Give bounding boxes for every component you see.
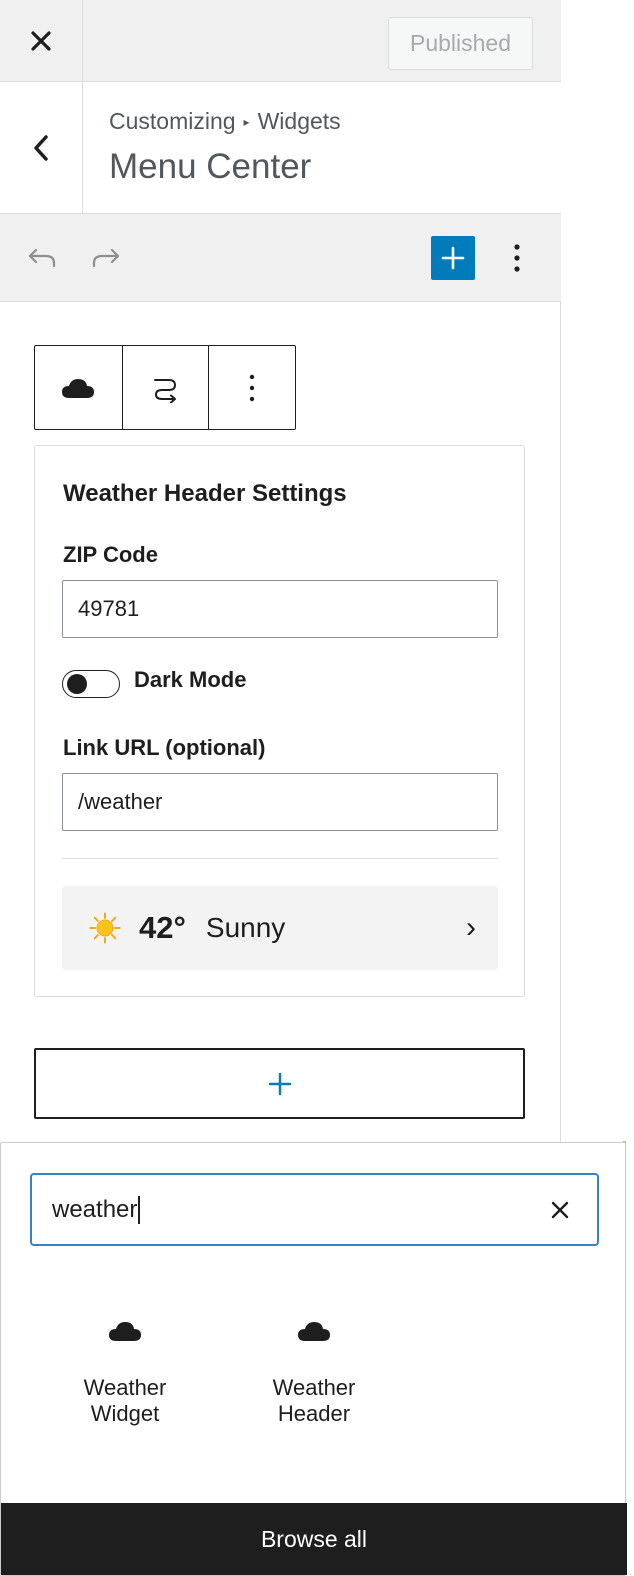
toggle-knob (67, 674, 87, 694)
block-toolbar (34, 345, 296, 430)
weather-condition: Sunny (205, 912, 286, 943)
block-result-weather-widget[interactable]: Weather Widget (50, 1313, 200, 1427)
zip-code-label: ZIP Code (63, 542, 158, 567)
block-search-input[interactable]: weather (30, 1173, 599, 1246)
plus-icon (441, 246, 465, 270)
block-inserter-popover: weather Weather Widget Weather Header Br… (0, 1142, 627, 1576)
close-icon (31, 31, 51, 51)
more-vertical-icon (514, 244, 520, 272)
undo-button[interactable] (22, 240, 62, 276)
chevron-left-icon (34, 134, 48, 161)
cloud-icon (109, 1322, 141, 1341)
dark-mode-toggle[interactable] (62, 670, 120, 698)
breadcrumb: Customizing ▸ Widgets (109, 108, 341, 135)
dark-mode-label: Dark Mode (134, 667, 247, 692)
link-url-label: Link URL (optional) (63, 735, 266, 760)
widget-title: Weather Header Settings (63, 480, 347, 507)
clear-search-button[interactable] (545, 1195, 575, 1225)
close-icon (551, 1201, 569, 1219)
redo-icon (92, 248, 120, 268)
chevron-right-icon: › (466, 911, 476, 944)
undo-icon (28, 248, 56, 268)
block-options-button[interactable] (208, 346, 295, 429)
block-result-label: Weather (83, 1375, 167, 1400)
transform-icon (153, 378, 176, 403)
breadcrumb-separator: ▸ (243, 114, 250, 129)
transform-button[interactable] (121, 346, 209, 429)
block-result-label: Header (277, 1401, 351, 1426)
add-block-button[interactable] (431, 236, 475, 280)
back-button[interactable] (0, 82, 83, 213)
add-block-appender[interactable] (34, 1048, 525, 1119)
block-type-button[interactable] (35, 346, 122, 429)
cloud-icon (62, 378, 95, 398)
block-result-weather-header[interactable]: Weather Header (239, 1313, 389, 1427)
editor-toolbar (0, 214, 561, 302)
close-customizer-button[interactable] (0, 0, 83, 82)
divider (62, 858, 498, 859)
block-result-label: Widget (90, 1401, 160, 1426)
sun-icon (89, 912, 121, 944)
options-button[interactable] (498, 236, 536, 280)
temperature-value: 42° (139, 910, 186, 945)
published-button[interactable]: Published (388, 17, 533, 70)
section-header: Customizing ▸ Widgets Menu Center (0, 82, 561, 214)
block-result-label: Weather (272, 1375, 356, 1400)
cloud-icon (298, 1322, 330, 1341)
link-url-input[interactable]: /weather (62, 773, 498, 831)
more-vertical-icon (249, 374, 255, 401)
page-title: Menu Center (109, 147, 312, 186)
redo-button[interactable] (86, 240, 126, 276)
zip-code-input[interactable]: 49781 (62, 580, 498, 638)
plus-icon (268, 1072, 291, 1095)
customizer-header: Published (0, 0, 561, 82)
breadcrumb-current: Widgets (257, 108, 341, 134)
breadcrumb-root: Customizing (109, 108, 236, 134)
browse-all-button[interactable]: Browse all (1, 1503, 627, 1575)
weather-preview[interactable]: 42° Sunny › (62, 886, 498, 970)
weather-header-widget: Weather Header Settings ZIP Code 49781 D… (34, 445, 525, 997)
text-caret (138, 1195, 140, 1224)
search-query: weather (52, 1195, 138, 1223)
